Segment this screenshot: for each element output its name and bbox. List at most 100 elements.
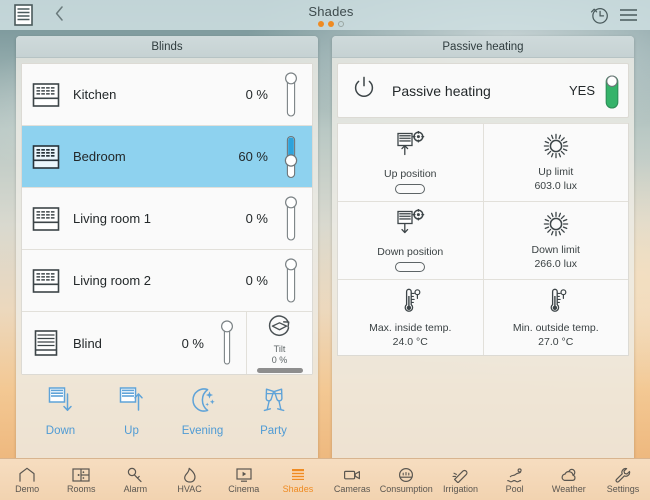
cell-title: Down position [377, 246, 444, 258]
heating-panel-title: Passive heating [332, 36, 634, 58]
blind-solid-icon [31, 328, 61, 358]
hamburger-menu-icon[interactable] [619, 7, 638, 23]
screen-play-icon [235, 466, 253, 483]
page-dot-3[interactable] [338, 20, 344, 27]
table-row[interactable]: Kitchen 0 % [22, 64, 312, 126]
panels-container: Blinds Kitchen 0 % Bedroom 60 % Living r… [0, 30, 650, 470]
history-clock-icon[interactable] [590, 6, 609, 25]
min-outside-temp-cell[interactable]: Min. outside temp. 27.0 °C [482, 280, 629, 355]
nav-item-alarm[interactable]: Alarm [108, 459, 162, 500]
row-value: 0 % [181, 335, 204, 351]
menu-button[interactable] [0, 4, 46, 26]
passive-heating-panel: Passive heating Passive heating YES Up p… [332, 36, 634, 462]
tilt-value: 0 % [271, 355, 288, 365]
action-label: Down [45, 425, 76, 437]
action-label: Party [260, 425, 287, 437]
heating-parameter-grid: Up position Up limit 603.0 lux Down posi… [337, 123, 629, 356]
down-position-pill-button[interactable] [395, 262, 426, 272]
page-dot-2[interactable] [328, 20, 334, 27]
cell-title: Down limit [531, 244, 580, 256]
table-row[interactable]: Blind 0 % Tilt 0 % [22, 312, 312, 374]
nav-item-cinema[interactable]: Cinema [217, 459, 271, 500]
down-button[interactable]: Down [30, 385, 92, 437]
up-limit-cell[interactable]: Up limit 603.0 lux [482, 124, 629, 201]
nav-item-hvac[interactable]: HVAC [163, 459, 217, 500]
blind-slider[interactable] [280, 195, 302, 243]
row-value: 0 % [245, 273, 268, 288]
bottom-navigation: Demo Rooms Alarm HVAC Cinema Shades Came… [0, 458, 650, 500]
nav-label: Rooms [67, 483, 96, 494]
sprinkler-icon [451, 466, 469, 483]
camera-icon [343, 466, 361, 483]
tilt-rotate-icon [267, 313, 292, 343]
blind-down-gear-icon [393, 208, 427, 244]
row-value: 0 % [245, 211, 268, 226]
nav-item-pool[interactable]: Pool [488, 459, 542, 500]
champagne-glasses-icon [259, 385, 289, 420]
page-indicator-dots[interactable] [318, 20, 344, 27]
back-button[interactable] [46, 6, 72, 24]
grid-row: Down position Down limit 266.0 lux [338, 201, 628, 279]
passive-heating-toggle[interactable] [604, 74, 620, 109]
blinds-panel-title: Blinds [16, 36, 318, 58]
top-bar-right [590, 6, 650, 25]
page-title: Shades [308, 3, 354, 19]
nav-item-settings[interactable]: Settings [596, 459, 650, 500]
down-position-cell[interactable]: Down position [338, 202, 483, 279]
shades-icon [289, 466, 307, 483]
blind-up-gear-icon [393, 130, 427, 166]
nav-label: Settings [606, 483, 640, 494]
passive-heating-switch-row[interactable]: Passive heating YES [337, 63, 629, 118]
blinds-panel-body: Kitchen 0 % Bedroom 60 % Living room 1 0… [16, 58, 318, 462]
thermometer-icon [543, 287, 569, 320]
nav-label: Alarm [123, 483, 148, 494]
nav-item-rooms[interactable]: Rooms [54, 459, 108, 500]
nav-item-weather[interactable]: Weather [542, 459, 596, 500]
thermometer-icon [397, 287, 423, 320]
blind-up-icon [117, 385, 147, 420]
tilt-control[interactable]: Tilt 0 % [246, 312, 312, 374]
table-row[interactable]: Living room 2 0 % [22, 250, 312, 312]
evening-button[interactable]: Evening [172, 385, 234, 437]
nav-label: Demo [15, 483, 40, 494]
blind-slider[interactable] [280, 133, 302, 181]
blind-slider[interactable] [280, 71, 302, 119]
title-area: Shades [72, 4, 590, 27]
cell-title: Up position [383, 168, 437, 180]
up-button[interactable]: Up [101, 385, 163, 437]
nav-item-consumption[interactable]: Consumption [379, 459, 433, 500]
blind-slider[interactable] [280, 257, 302, 305]
max-inside-temp-cell[interactable]: Max. inside temp. 24.0 °C [338, 280, 483, 355]
nav-item-shades[interactable]: Shades [271, 459, 325, 500]
page-dot-1[interactable] [318, 20, 324, 27]
nav-label: Consumption [379, 483, 433, 494]
nav-label: Irrigation [442, 483, 478, 494]
nav-label: Cameras [333, 483, 371, 494]
nav-item-cameras[interactable]: Cameras [325, 459, 379, 500]
gauge-icon [397, 466, 415, 483]
blind-slider[interactable] [216, 319, 238, 367]
blinds-icon [13, 4, 33, 26]
pool-icon [506, 466, 524, 483]
down-limit-cell[interactable]: Down limit 266.0 lux [482, 202, 629, 279]
heating-panel-body: Passive heating YES Up position Up limit… [332, 58, 634, 462]
wrench-icon [614, 466, 632, 483]
nav-label: Pool [505, 483, 524, 494]
nav-item-irrigation[interactable]: Irrigation [433, 459, 487, 500]
sun-icon [543, 133, 569, 164]
nav-label: Shades [282, 483, 314, 494]
rooms-grid-icon [72, 466, 90, 483]
grid-row: Max. inside temp. 24.0 °C Min. outside t… [338, 279, 628, 355]
up-position-pill-button[interactable] [395, 184, 426, 194]
table-row[interactable]: Living room 1 0 % [22, 188, 312, 250]
app-root: Shades Blinds Kitchen 0 % Bedroom 60 % L… [0, 0, 650, 500]
cloud-sun-icon [560, 466, 578, 483]
party-button[interactable]: Party [243, 385, 305, 437]
tilt-slider[interactable] [256, 368, 303, 373]
cell-value: 24.0 °C [392, 336, 428, 348]
blind-slats-icon [31, 266, 61, 296]
nav-item-demo[interactable]: Demo [0, 459, 54, 500]
table-row[interactable]: Bedroom 60 % [22, 126, 312, 188]
blind-slats-icon [31, 80, 61, 110]
up-position-cell[interactable]: Up position [338, 124, 483, 201]
